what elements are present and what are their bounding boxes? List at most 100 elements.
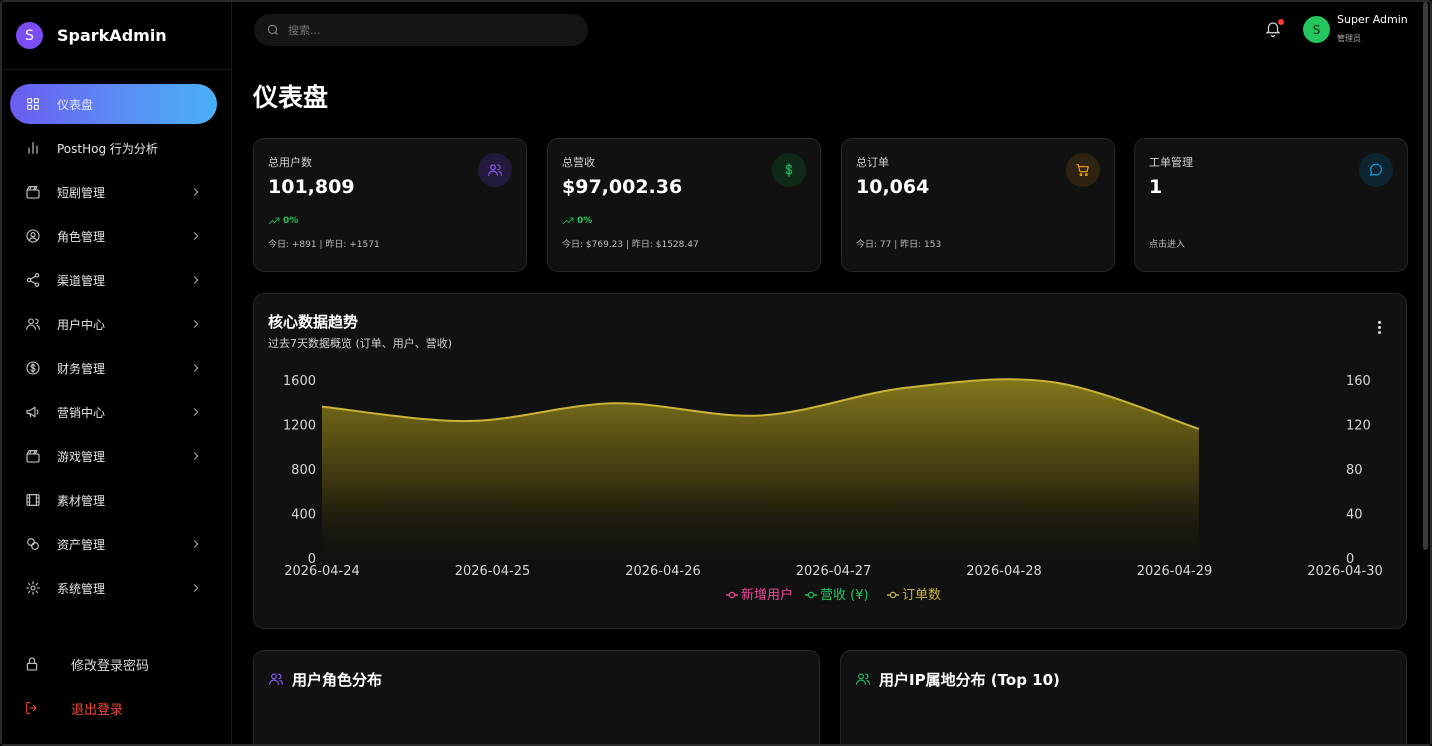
- sidebar-item-6[interactable]: 财务管理: [10, 348, 217, 388]
- stat-card-3[interactable]: 工单管理 1 点击进入: [1134, 138, 1408, 272]
- search-bar[interactable]: [254, 14, 588, 46]
- legend-marker: [807, 591, 815, 599]
- brand[interactable]: S SparkAdmin: [2, 2, 231, 70]
- chevron-right-icon: [189, 273, 203, 287]
- logout-label: 退出登录: [71, 702, 124, 718]
- x-tick-label: 2026-04-25: [455, 564, 531, 579]
- legend-label: 营收 (¥): [820, 588, 869, 603]
- stat-card-1: 总营收 $97,002.36 0% 今日: $769.23 | 昨日: $1528.4…: [547, 138, 821, 272]
- lock-icon: [23, 655, 41, 673]
- bar-chart-icon: [24, 139, 42, 157]
- trend-chart-card: 核心数据趋势 过去7天数据概览 (订单、用户、营收) 0 400 800 1200 16…: [253, 293, 1407, 629]
- sidebar-item-label: 渠道管理: [57, 273, 106, 288]
- chevron-right-icon: [189, 229, 203, 243]
- stat-label: 总用户数: [268, 156, 312, 169]
- brand-name: SparkAdmin: [57, 26, 167, 45]
- role-distribution-title: 用户角色分布: [292, 671, 383, 689]
- sidebar-item-11[interactable]: 系统管理: [10, 568, 217, 608]
- users-icon: [24, 315, 42, 333]
- sidebar-item-5[interactable]: 用户中心: [10, 304, 217, 344]
- search-input[interactable]: [288, 23, 568, 37]
- chevron-right-icon: [189, 581, 203, 595]
- user-role: 管理员: [1337, 34, 1361, 43]
- ip-distribution-title: 用户IP属地分布 (Top 10): [879, 671, 1060, 689]
- cart-icon: [1066, 153, 1100, 187]
- film-icon: [24, 491, 42, 509]
- legend-label: 新增用户: [741, 587, 793, 603]
- y-right-tick-label: 40: [1346, 508, 1363, 523]
- x-tick-label: 2026-04-30: [1307, 564, 1383, 579]
- x-tick-label: 2026-04-29: [1137, 564, 1213, 579]
- orders-area: [322, 379, 1199, 559]
- stat-trend-value: 0%: [577, 216, 593, 226]
- chevron-right-icon: [189, 361, 203, 375]
- legend-label: 订单数: [902, 588, 941, 603]
- sidebar-item-label: 游戏管理: [57, 449, 106, 464]
- y-left-tick-label: 800: [291, 463, 316, 478]
- stat-sub: 今日: $769.23 | 昨日: $1528.47: [562, 240, 699, 250]
- change-password-label: 修改登录密码: [71, 658, 150, 674]
- chat-bubble-icon: [1359, 153, 1393, 187]
- gear-icon: [24, 579, 42, 597]
- logout-icon: [23, 699, 41, 717]
- trend-up-icon: [268, 217, 280, 225]
- notification-dot: [1278, 19, 1284, 25]
- sidebar-item-4[interactable]: 渠道管理: [10, 260, 217, 300]
- sidebar-item-label: 营销中心: [57, 405, 106, 420]
- chevron-right-icon: [189, 185, 203, 199]
- dollar-icon: [772, 153, 806, 187]
- stat-card-2: 总订单 10,064 今日: 77 | 昨日: 153: [841, 138, 1115, 272]
- user-avatar[interactable]: S: [1303, 16, 1330, 43]
- y-right-tick-label: 80: [1346, 463, 1363, 478]
- notifications-button[interactable]: [1264, 19, 1284, 40]
- app-window: S SparkAdmin 仪表盘 PostHog 行为分析 短剧管理角色管理渠道管理…: [0, 0, 1432, 746]
- trend-chart: 040080012001600040801201602026-04-24 2026…: [283, 374, 1383, 603]
- sidebar-item-9[interactable]: 素材管理: [10, 480, 217, 520]
- chevron-right-icon: [189, 405, 203, 419]
- dashboard-grid-icon: [24, 95, 42, 113]
- x-tick-label: 2026-04-27: [796, 564, 872, 579]
- y-left-tick-label: 1600: [283, 374, 316, 389]
- role-distribution-card: 用户角色分布: [253, 650, 820, 744]
- page-title: 仪表盘: [253, 83, 329, 112]
- stat-value: 101,809: [268, 176, 355, 198]
- clapperboard-icon: [24, 447, 42, 465]
- user-circle-icon: [24, 227, 42, 245]
- sidebar-item-1[interactable]: PostHog 行为分析: [10, 128, 217, 168]
- ip-distribution-card: 用户IP属地分布 (Top 10): [840, 650, 1407, 744]
- sidebar: S SparkAdmin 仪表盘 PostHog 行为分析 短剧管理角色管理渠道管理…: [2, 2, 232, 744]
- legend-marker: [728, 591, 736, 599]
- search-icon: [267, 24, 279, 36]
- sidebar-item-label: 系统管理: [57, 581, 106, 596]
- sidebar-item-label: 素材管理: [57, 493, 106, 508]
- logout-link[interactable]: 退出登录: [2, 686, 232, 730]
- dollar-circle-icon: [24, 359, 42, 377]
- sidebar-item-10[interactable]: 资产管理: [10, 524, 217, 564]
- sidebar-item-0[interactable]: 仪表盘: [10, 84, 217, 124]
- stat-trend: 0%: [562, 216, 592, 226]
- sidebar-item-8[interactable]: 游戏管理: [10, 436, 217, 476]
- legend-marker: [889, 591, 897, 599]
- megaphone-icon: [24, 403, 42, 421]
- sidebar-item-7[interactable]: 营销中心: [10, 392, 217, 432]
- sidebar-item-label: 用户中心: [57, 317, 106, 332]
- change-password-link[interactable]: 修改登录密码: [2, 642, 232, 686]
- sidebar-item-2[interactable]: 短剧管理: [10, 172, 217, 212]
- page-scrollbar[interactable]: [1423, 2, 1428, 550]
- user-name[interactable]: Super Admin: [1337, 13, 1408, 26]
- chevron-right-icon: [189, 537, 203, 551]
- trend-up-icon: [562, 217, 574, 225]
- x-tick-label: 2026-04-24: [284, 564, 360, 579]
- clapperboard-icon: [24, 183, 42, 201]
- y-left-tick-label: 1200: [283, 419, 316, 434]
- stat-label: 总营收: [562, 156, 595, 169]
- sidebar-item-label: 财务管理: [57, 361, 106, 376]
- y-right-tick-label: 120: [1346, 419, 1371, 434]
- coins-icon: [24, 535, 42, 553]
- sidebar-item-label: PostHog 行为分析: [57, 141, 158, 156]
- sidebar-item-label: 短剧管理: [57, 185, 106, 200]
- stat-sub: 今日: 77 | 昨日: 153: [856, 240, 942, 250]
- sidebar-item-3[interactable]: 角色管理: [10, 216, 217, 256]
- stat-value: $97,002.36: [562, 176, 683, 198]
- y-right-tick-label: 160: [1346, 374, 1371, 389]
